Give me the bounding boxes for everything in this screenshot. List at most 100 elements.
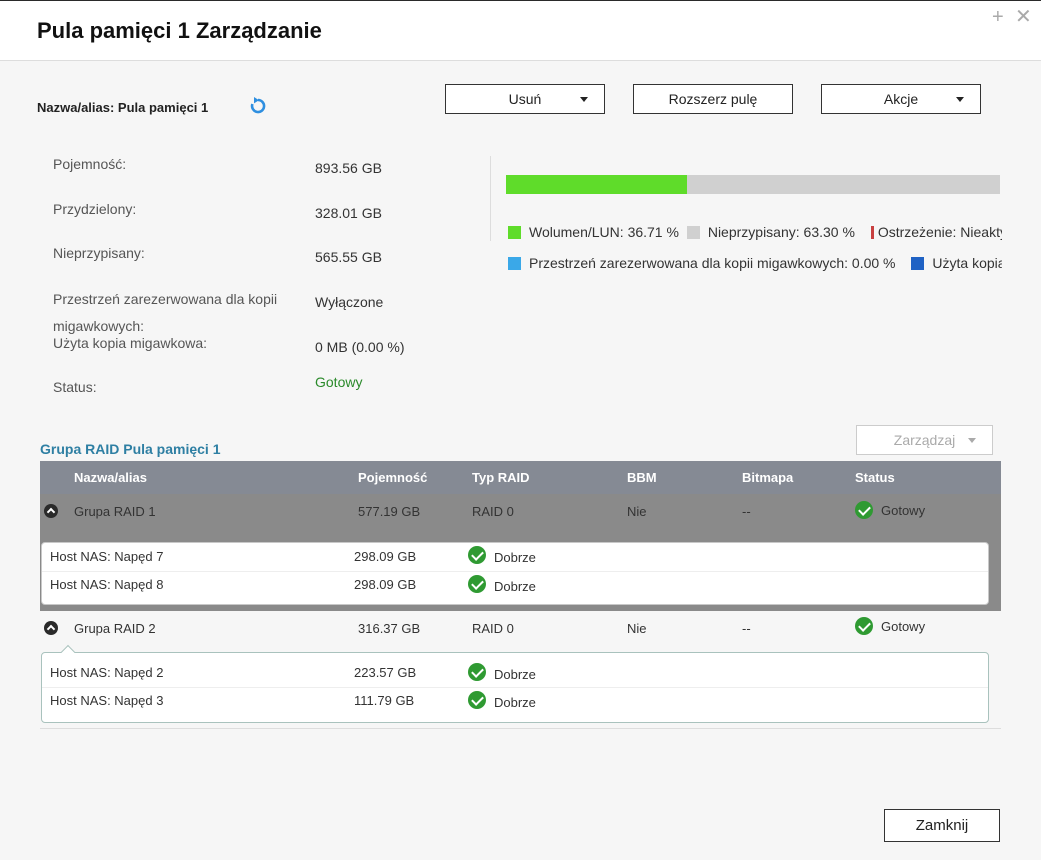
check-circle-icon (855, 501, 873, 519)
manage-button-label: Zarządzaj (893, 432, 956, 448)
raid-group-bitmap: -- (742, 621, 751, 636)
disk-health: Dobrze (494, 550, 536, 565)
check-circle-icon (468, 663, 486, 681)
disk-row[interactable]: Host NAS: Napęd 7 298.09 GB Dobrze (42, 543, 988, 571)
raid-table-header: Nazwa/alias Pojemność Typ RAID BBM Bitma… (40, 461, 1001, 494)
raid-group-row[interactable]: Grupa RAID 2 316.37 GB RAID 0 Nie -- Got… (40, 611, 1001, 645)
storage-pool-window: Pula pamięci 1 Zarządzanie + ✕ Nazwa/ali… (0, 0, 1041, 860)
allocated-label: Przydzielony: (53, 201, 137, 217)
chevron-down-icon (580, 97, 588, 102)
expand-pool-button[interactable]: Rozszerz pulę (633, 84, 793, 114)
expand-pool-button-label: Rozszerz pulę (668, 91, 758, 107)
unassigned-value: 565.55 GB (315, 249, 382, 265)
disk-capacity: 298.09 GB (354, 577, 417, 592)
column-header-capacity[interactable]: Pojemność (358, 470, 427, 485)
manage-button[interactable]: Zarządzaj (856, 425, 993, 455)
check-circle-icon (468, 546, 486, 564)
snapshot-reserved-value: Wyłączone (315, 294, 384, 310)
chevron-down-icon (968, 438, 976, 443)
disk-capacity: 111.79 GB (354, 693, 415, 708)
raid-group-bitmap: -- (742, 504, 751, 519)
raid-group-status: Gotowy (881, 619, 926, 634)
raid-group-bbm: Nie (627, 621, 647, 636)
raid-group-capacity: 577.19 GB (358, 504, 421, 519)
usage-legend-row-1: Wolumen/LUN: 36.71 % Nieprzypisany: 63.3… (508, 224, 1002, 240)
legend-unassigned-label: Nieprzypisany: (707, 224, 800, 240)
usage-bar (506, 175, 1000, 194)
capacity-label: Pojemność: (53, 156, 127, 172)
snapshot-used-value: 0 MB (0.00 %) (315, 339, 405, 355)
check-circle-icon (468, 575, 486, 593)
pool-alias-label: Nazwa/alias: Pula pamięci 1 (37, 100, 209, 115)
actions-button[interactable]: Akcje (821, 84, 981, 114)
raid-group-2-disks: Host NAS: Napęd 2 223.57 GB Dobrze Host … (41, 644, 989, 723)
legend-swatch-unassigned (686, 226, 700, 239)
raid-group-capacity: 316.37 GB (358, 621, 421, 636)
disk-capacity: 223.57 GB (354, 665, 417, 680)
legend-snapshot-used-label: Użyta kopia (932, 255, 1002, 271)
disk-capacity: 298.09 GB (354, 549, 417, 564)
disk-row[interactable]: Host NAS: Napęd 8 298.09 GB Dobrze (42, 571, 988, 599)
window-title: Pula pamięci 1 Zarządzanie (37, 18, 322, 43)
remove-button-label: Usuń (508, 91, 542, 107)
column-header-type[interactable]: Typ RAID (472, 470, 530, 485)
legend-volume-label: Wolumen/LUN: (529, 224, 624, 240)
disk-name: Host NAS: Napęd 7 (50, 549, 164, 564)
close-button-label: Zamknij (915, 817, 969, 834)
chevron-down-icon (956, 97, 964, 102)
raid-group-title: Grupa RAID Pula pamięci 1 (40, 441, 221, 457)
column-header-bbm[interactable]: BBM (627, 470, 657, 485)
unassigned-label: Nieprzypisany: (53, 245, 145, 261)
column-header-name[interactable]: Nazwa/alias (74, 470, 147, 485)
raid-group-name: Grupa RAID 1 (74, 504, 156, 519)
raid-group-bbm: Nie (627, 504, 647, 519)
allocated-value: 328.01 GB (315, 205, 382, 221)
collapse-icon[interactable] (44, 621, 58, 635)
disk-health: Dobrze (494, 695, 536, 710)
panel-notch (60, 644, 76, 660)
raid-group-row[interactable]: Grupa RAID 1 577.19 GB RAID 0 Nie -- Got… (40, 494, 1001, 528)
usage-legend-row-2: Przestrzeń zarezerwowana dla kopii migaw… (508, 255, 1002, 271)
table-bottom-border (40, 728, 1001, 729)
raid-group-name: Grupa RAID 2 (74, 621, 156, 636)
legend-warning-value: Nieaktyw (960, 224, 1002, 240)
refresh-icon[interactable] (249, 97, 267, 115)
status-label: Status: (53, 379, 97, 395)
plus-icon[interactable]: + (992, 7, 1004, 27)
legend-swatch-volume (508, 226, 521, 239)
snapshot-reserved-label: Przestrzeń zarezerwowana dla kopii (53, 291, 278, 307)
disk-name: Host NAS: Napęd 2 (50, 665, 164, 680)
raid-group-type: RAID 0 (472, 504, 514, 519)
raid-group-1-disks: Host NAS: Napęd 7 298.09 GB Dobrze Host … (41, 542, 989, 605)
raid-group-status: Gotowy (881, 503, 926, 518)
close-icon[interactable]: ✕ (1015, 7, 1032, 27)
legend-unassigned-value: 63.30 % (803, 224, 855, 240)
disk-health: Dobrze (494, 579, 536, 594)
title-bar: Pula pamięci 1 Zarządzanie + ✕ (0, 1, 1041, 61)
legend-snapshot-reserved-value: 0.00 % (851, 255, 896, 271)
legend-swatch-snapshot-reserved (508, 257, 521, 270)
close-button[interactable]: Zamknij (884, 809, 1000, 842)
legend-swatch-warning (870, 226, 874, 239)
status-value: Gotowy (315, 374, 363, 390)
check-circle-icon (855, 617, 873, 635)
disk-health: Dobrze (494, 667, 536, 682)
collapse-icon[interactable] (44, 504, 58, 518)
info-divider (490, 156, 491, 241)
snapshot-reserved-label-cont: migawkowych: (53, 318, 145, 334)
snapshot-used-label: Użyta kopia migawkowa: (53, 335, 208, 351)
legend-snapshot-reserved-label: Przestrzeń zarezerwowana dla kopii migaw… (529, 255, 849, 271)
legend-swatch-snapshot-used (911, 257, 925, 270)
usage-bar-volume-fill (506, 175, 688, 194)
raid-group-type: RAID 0 (472, 621, 514, 636)
column-header-bitmap[interactable]: Bitmapa (742, 470, 793, 485)
column-header-status[interactable]: Status (855, 470, 895, 485)
remove-button[interactable]: Usuń (445, 84, 605, 114)
check-circle-icon (468, 691, 486, 709)
disk-name: Host NAS: Napęd 3 (50, 693, 164, 708)
disk-row[interactable]: Host NAS: Napęd 3 111.79 GB Dobrze (42, 687, 988, 715)
disk-row[interactable]: Host NAS: Napęd 2 223.57 GB Dobrze (42, 659, 988, 687)
legend-warning-label: Ostrzeżenie: (877, 224, 957, 240)
legend-volume-value: 36.71 % (627, 224, 679, 240)
disk-name: Host NAS: Napęd 8 (50, 577, 164, 592)
